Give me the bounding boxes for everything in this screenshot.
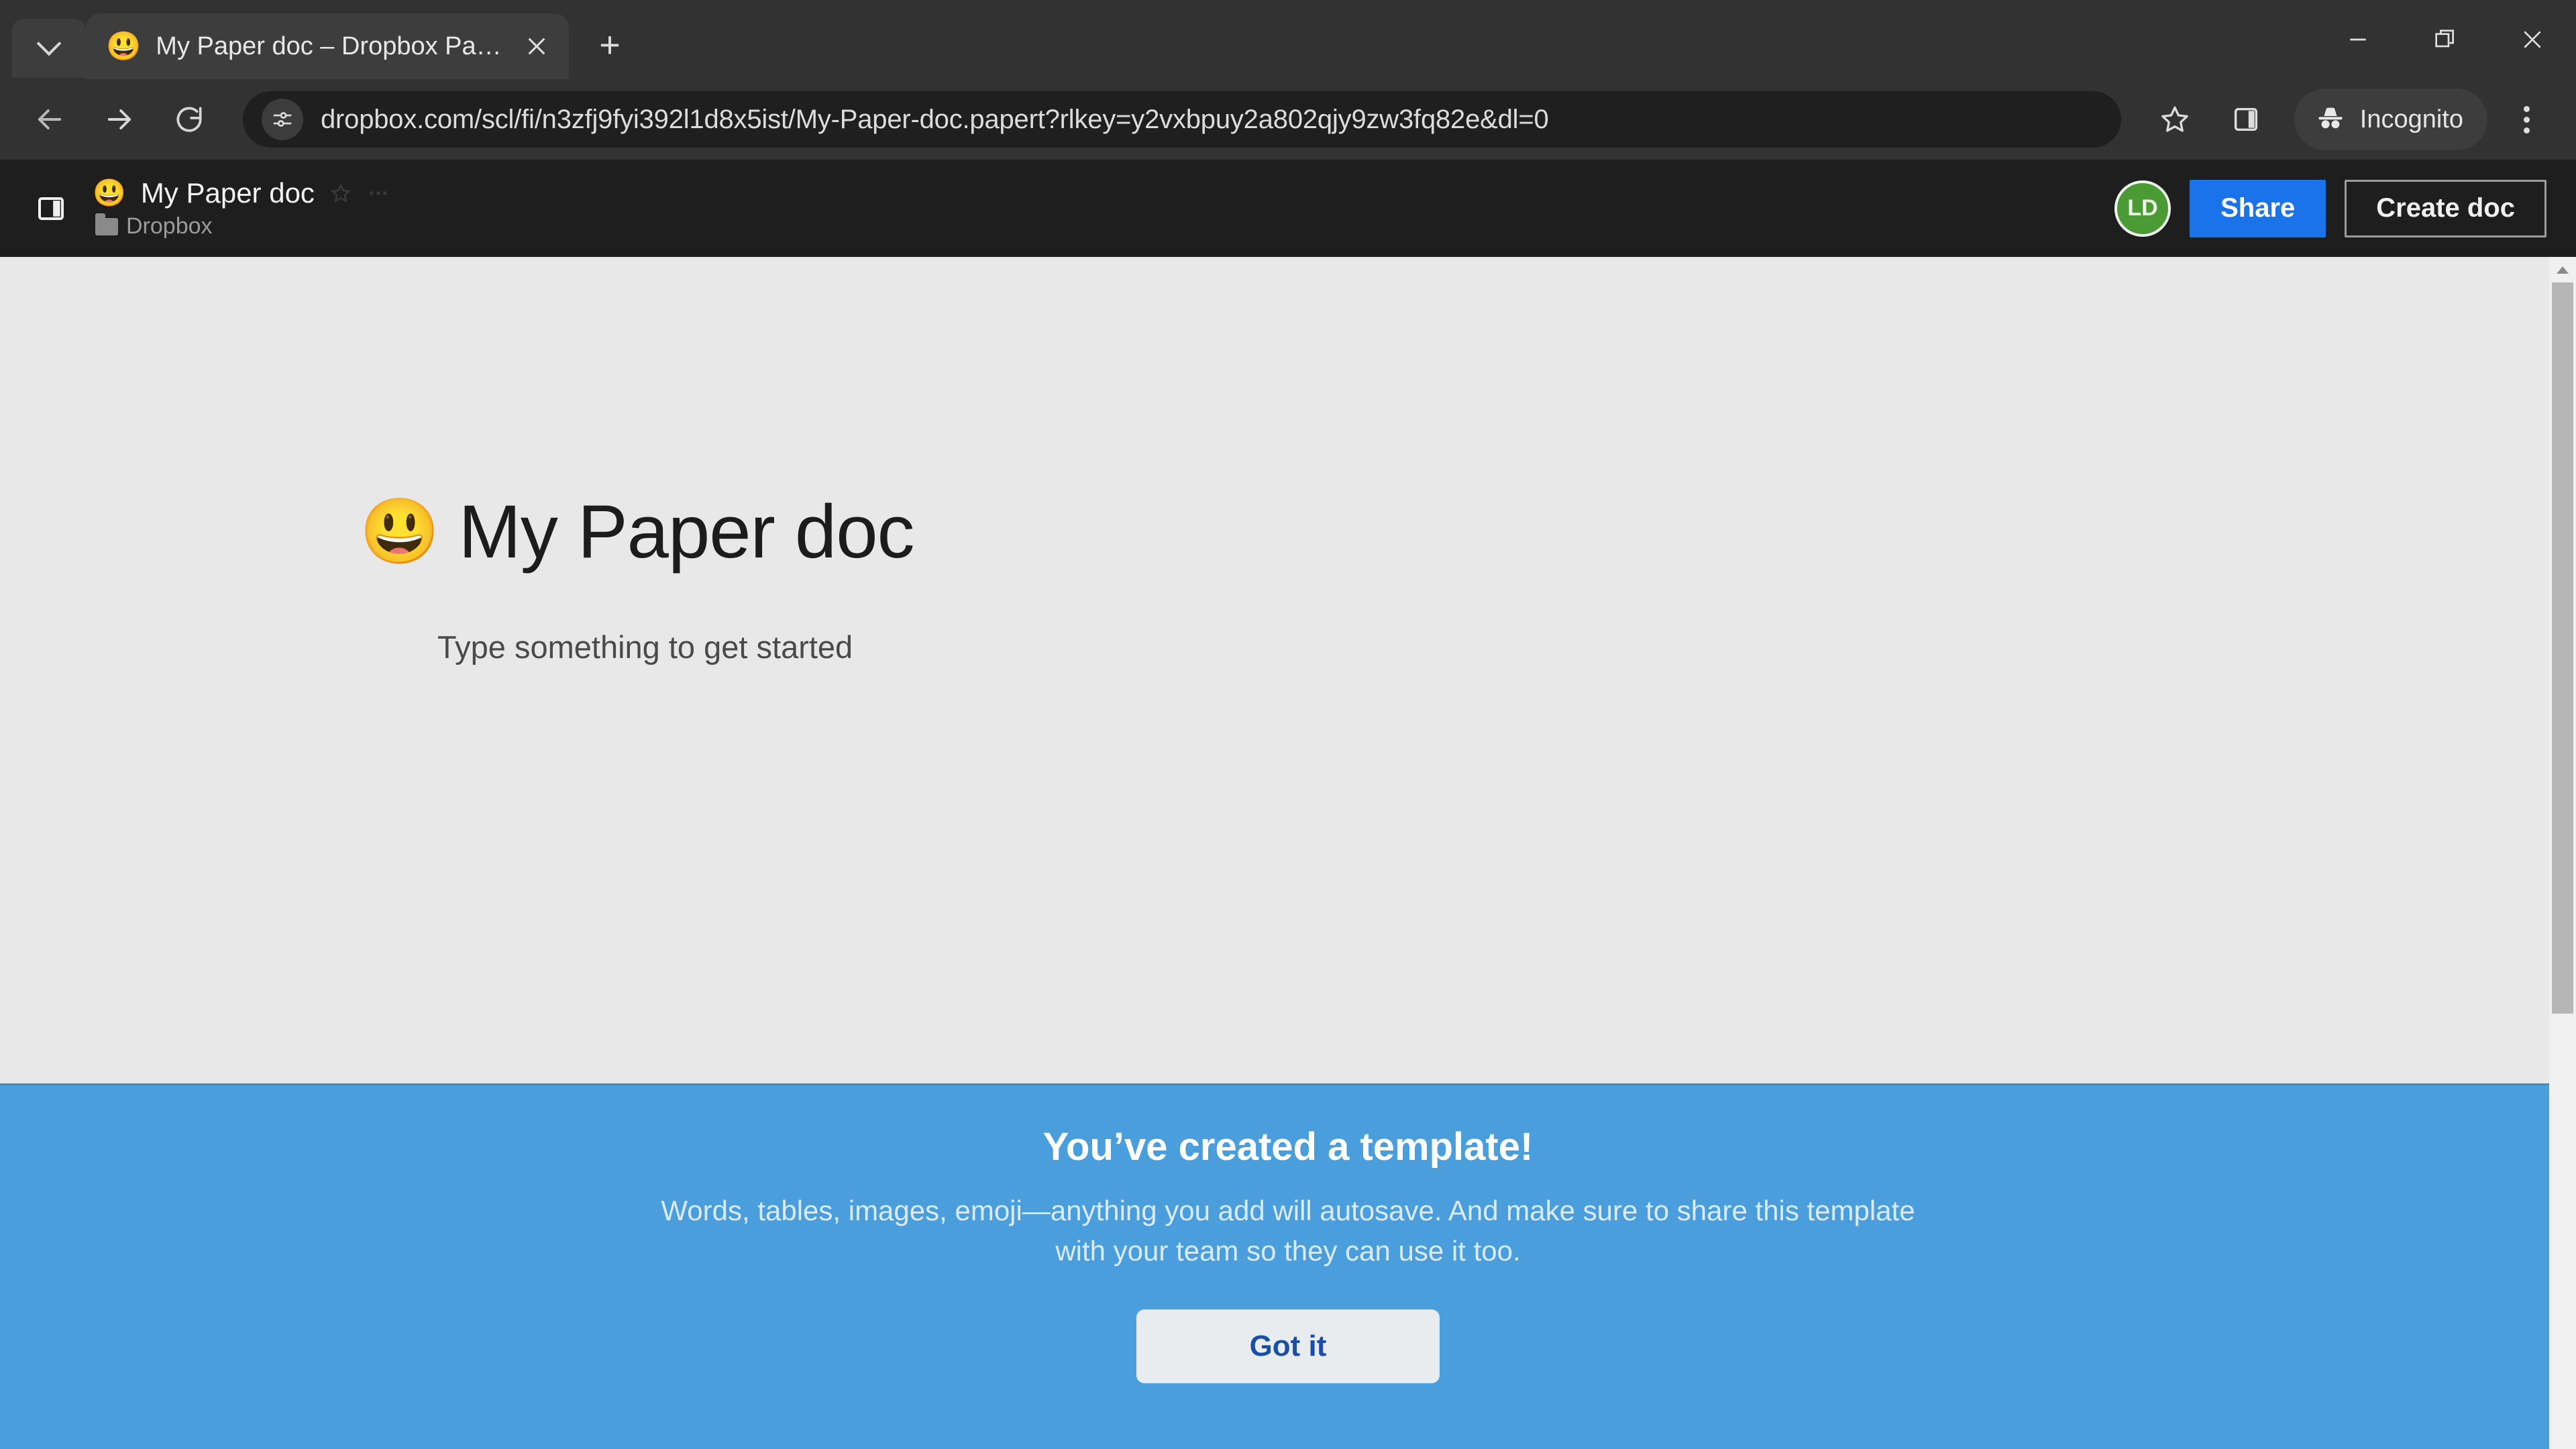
avatar[interactable]: LD [2114,180,2171,237]
reload-button[interactable] [157,87,221,152]
url-text: dropbox.com/scl/fi/n3zfj9fyi392l1d8x5ist… [321,104,1549,134]
star-icon[interactable] [329,182,352,205]
three-dot-menu-icon[interactable] [2494,87,2559,152]
document-placeholder-text[interactable]: Type something to get started [437,629,2576,665]
incognito-icon [2314,102,2347,138]
document-heading-text[interactable]: My Paper doc [459,488,915,575]
vertical-scrollbar[interactable] [2549,257,2576,1449]
folder-icon [95,213,118,235]
sidebar-toggle-icon[interactable] [27,184,75,233]
paper-app-header: 😃 My Paper doc Dropbox LD Share Create d… [0,160,2576,257]
breadcrumb-label: Dropbox [126,213,213,239]
scrollbar-track[interactable] [2549,282,2576,1449]
tab-favicon-icon: 😃 [106,30,142,62]
incognito-indicator[interactable]: Incognito [2294,89,2487,150]
banner-title: You’ve created a template! [1042,1125,1534,1169]
forward-button[interactable] [87,87,152,152]
scrollbar-thumb[interactable] [2552,282,2573,1014]
side-panel-icon[interactable] [2214,87,2278,152]
window-close-button[interactable] [2489,0,2576,79]
tab-search-button[interactable] [12,19,86,78]
tab-close-icon[interactable] [517,26,557,66]
browser-toolbar: dropbox.com/scl/fi/n3zfj9fyi392l1d8x5ist… [0,79,2576,160]
banner-body: Words, tables, images, emoji—anything yo… [661,1195,1915,1267]
header-actions: LD Share Create doc [2114,179,2546,237]
share-button[interactable]: Share [2190,179,2326,237]
page-viewport: 😃 My Paper doc Dropbox LD Share Create d… [0,160,2576,1449]
chevron-down-icon [36,31,62,56]
document-title-row: 😃 My Paper doc [93,177,390,209]
toolbar-right-actions: Incognito [2143,87,2559,152]
create-doc-button[interactable]: Create doc [2345,179,2546,237]
browser-window: 😃 My Paper doc – Dropbox Paper + dropbox… [0,0,2576,1449]
browser-tab[interactable]: 😃 My Paper doc – Dropbox Paper [86,13,569,79]
address-bar[interactable]: dropbox.com/scl/fi/n3zfj9fyi392l1d8x5ist… [243,91,2121,148]
window-restore-button[interactable] [2402,0,2489,79]
bookmark-star-icon[interactable] [2143,87,2207,152]
site-settings-icon[interactable] [262,99,303,140]
breadcrumb[interactable]: Dropbox [93,213,390,239]
document-content: 😃 My Paper doc Type something to get sta… [0,257,2576,665]
tab-strip: 😃 My Paper doc – Dropbox Paper + [0,0,2576,79]
window-controls [2314,0,2576,79]
document-heading-emoji-icon[interactable]: 😃 [360,499,440,564]
got-it-button[interactable]: Got it [1136,1309,1440,1384]
document-heading[interactable]: 😃 My Paper doc [360,488,2576,575]
new-tab-button[interactable]: + [580,15,640,75]
window-minimize-button[interactable] [2314,0,2402,79]
back-button[interactable] [17,87,82,152]
document-emoji-icon[interactable]: 😃 [93,180,126,207]
template-banner: You’ve created a template! Words, tables… [0,1083,2576,1449]
page-title[interactable]: My Paper doc [141,177,315,209]
document-meta: 😃 My Paper doc Dropbox [93,177,390,239]
more-icon[interactable] [367,182,390,205]
tab-title: My Paper doc – Dropbox Paper [156,32,502,60]
incognito-label: Incognito [2359,105,2463,133]
scroll-up-arrow-icon[interactable] [2549,257,2576,282]
